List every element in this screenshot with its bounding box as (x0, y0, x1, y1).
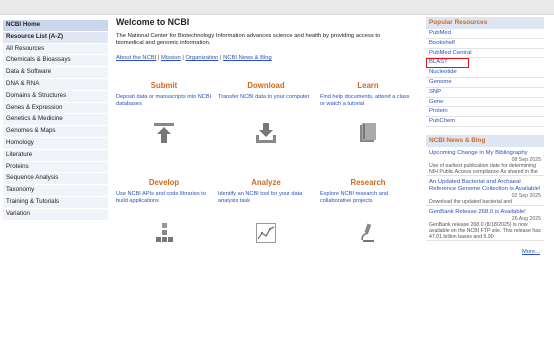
card-text-submit: Deposit data or manuscripts into NCBI da… (116, 94, 212, 107)
sidebar-item-variation[interactable]: Variation (3, 208, 108, 221)
right-column: Popular Resources PubMed Bookshelf PubMe… (426, 17, 544, 255)
sidebar-item-chemicals-bioassays[interactable]: Chemicals & Bioassays (3, 55, 108, 68)
card-title-learn[interactable]: Learn (320, 81, 416, 91)
news-title[interactable]: GenBank Release 268.0 is Available! (429, 209, 541, 216)
left-sidebar: NCBI Home Resource List (A-Z) All Resour… (3, 20, 108, 221)
sidebar-item-dna-rna[interactable]: DNA & RNA (3, 78, 108, 91)
sidebar-item-homology[interactable]: Homology (3, 137, 108, 150)
sidebar-item-literature[interactable]: Literature (3, 149, 108, 162)
organization-link[interactable]: Organization (185, 55, 218, 61)
news-title[interactable]: An Updated Bacterial and Archaeal Refere… (429, 179, 541, 193)
card-text-learn: Find help documents, attend a class or w… (320, 94, 410, 107)
popular-resources-heading: Popular Resources (426, 17, 544, 29)
sidebar-item-genes-expression[interactable]: Genes & Expression (3, 102, 108, 115)
blocks-icon[interactable] (154, 223, 174, 243)
book-icon[interactable] (358, 123, 378, 143)
intro-text: The National Center for Biotechnology In… (116, 33, 381, 47)
card-learn[interactable]: Learn Find help documents, attend a clas… (320, 81, 416, 108)
sidebar-item-taxonomy[interactable]: Taxonomy (3, 185, 108, 197)
news-blog-link[interactable]: NCBI News & Blog (223, 55, 272, 61)
download-icon[interactable] (256, 123, 276, 143)
sidebar-item-ncbi-home[interactable]: NCBI Home (3, 20, 108, 32)
sidebar-item-all-resources[interactable]: All Resources (3, 43, 108, 56)
popular-item-protein[interactable]: Protein (426, 107, 544, 118)
sidebar-item-domains-structures[interactable]: Domains & Structures (3, 90, 108, 103)
news-title[interactable]: Upcoming Change in My Bibliography (429, 150, 541, 157)
card-title-develop[interactable]: Develop (116, 178, 212, 188)
news-body: Download the updated bacterial and (429, 198, 513, 205)
popular-item-snp[interactable]: SNP (426, 88, 544, 98)
link-separator: | (157, 55, 160, 62)
popular-item-bookshelf[interactable]: Bookshelf (426, 39, 544, 49)
card-download[interactable]: Download Transfer NCBI data to your comp… (218, 81, 314, 101)
more-news-link[interactable]: More... (426, 249, 544, 255)
card-title-analyze[interactable]: Analyze (218, 178, 314, 188)
news-panel: NCBI News & Blog Upcoming Change in My B… (426, 134, 544, 255)
popular-item-pubmed[interactable]: PubMed (426, 29, 544, 39)
link-separator: | (219, 55, 222, 62)
sidebar-item-sequence-analysis[interactable]: Sequence Analysis (3, 173, 108, 186)
card-title-submit[interactable]: Submit (116, 81, 212, 91)
card-research[interactable]: Research Explore NCBI research and colla… (320, 178, 416, 205)
sidebar-item-resource-list[interactable]: Resource List (A-Z) (3, 31, 108, 44)
card-text-research: Explore NCBI research and collaborative … (320, 191, 389, 204)
news-heading: NCBI News & Blog (426, 134, 544, 147)
sidebar-item-genetics-medicine[interactable]: Genetics & Medicine (3, 114, 108, 127)
sidebar-item-training-tutorials[interactable]: Training & Tutorials (3, 196, 108, 209)
sidebar-item-proteins[interactable]: Proteins (3, 161, 108, 174)
microscope-icon[interactable] (358, 223, 378, 243)
sidebar-item-genomes-maps[interactable]: Genomes & Maps (3, 126, 108, 138)
popular-item-pubmed-central[interactable]: PubMed Central (426, 49, 544, 59)
news-item: An Updated Bacterial and Archaeal Refere… (426, 176, 544, 206)
card-text-develop: Use NCBI APIs and code libraries to buil… (116, 191, 206, 204)
news-body: GenBank release 268.0 (8/18/2025) is now… (429, 221, 541, 240)
sidebar-item-data-software[interactable]: Data & Software (3, 67, 108, 79)
card-title-research[interactable]: Research (320, 178, 416, 188)
news-item: Upcoming Change in My Bibliography 08 Se… (426, 147, 544, 176)
popular-item-nucleotide[interactable]: Nucleotide (426, 68, 544, 78)
main-content: Welcome to NCBI The National Center for … (116, 17, 410, 243)
page-title: Welcome to NCBI (116, 17, 190, 27)
card-text-download: Transfer NCBI data to your computer (218, 94, 310, 100)
popular-item-blast[interactable]: BLAST (426, 58, 469, 69)
mission-link[interactable]: Mission (161, 55, 181, 61)
card-title-download[interactable]: Download (218, 81, 314, 91)
about-ncbi-link[interactable]: About the NCBI (116, 55, 156, 61)
card-text-analyze: Identify an NCBI tool for your data anal… (218, 191, 303, 204)
chart-icon[interactable] (256, 223, 276, 243)
browser-top-bar (0, 0, 554, 15)
about-links: About the NCBI | Mission | Organization … (116, 55, 410, 61)
upload-icon[interactable] (154, 123, 174, 143)
popular-item-gene[interactable]: Gene (426, 98, 544, 108)
card-submit[interactable]: Submit Deposit data or manuscripts into … (116, 81, 212, 108)
card-analyze[interactable]: Analyze Identify an NCBI tool for your d… (218, 178, 314, 205)
popular-item-genome[interactable]: Genome (426, 78, 544, 88)
popular-item-pubchem[interactable]: PubChem (426, 117, 544, 127)
link-separator: | (182, 55, 184, 62)
news-body: Use of earliest publication date for det… (429, 162, 538, 175)
news-item: GenBank Release 268.0 is Available! 26 A… (426, 206, 544, 241)
card-develop[interactable]: Develop Use NCBI APIs and code libraries… (116, 178, 212, 205)
